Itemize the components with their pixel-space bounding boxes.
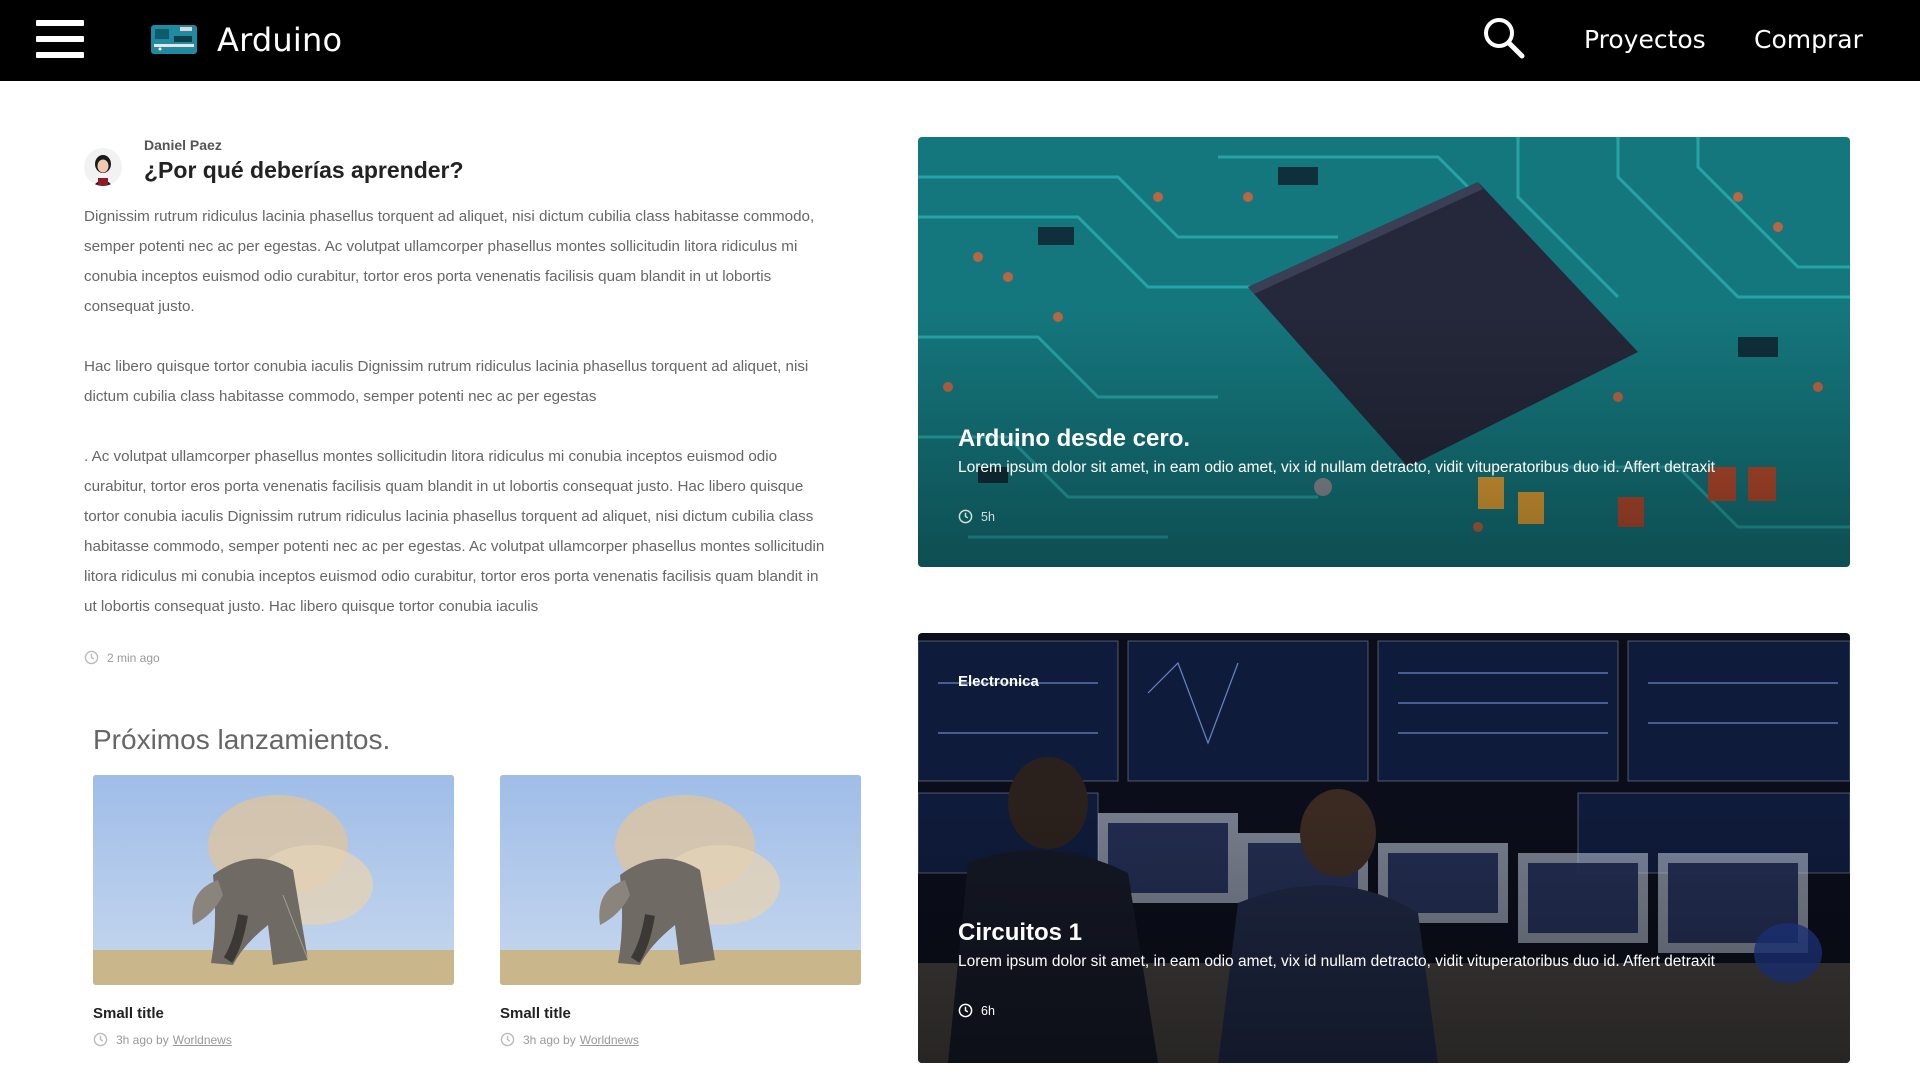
featured-card-arduino[interactable]: Arduino desde cero. Lorem ipsum dolor si… xyxy=(918,137,1850,567)
featured-time: 5h xyxy=(958,509,995,524)
card-source-link[interactable]: Worldnews xyxy=(580,1033,639,1047)
upcoming-card[interactable]: Small title 3h ago by Worldnews xyxy=(93,775,454,1047)
card-meta-prefix: 3h ago by xyxy=(116,1032,169,1047)
author-name[interactable]: Daniel Paez xyxy=(144,137,222,153)
article-timestamp: 2 min ago xyxy=(84,650,160,665)
top-navigation-bar: Arduino Proyectos Comprar xyxy=(0,0,1920,81)
article-paragraph: Dignissim rutrum ridiculus lacinia phase… xyxy=(84,208,815,315)
arduino-board-logo xyxy=(151,25,197,54)
clock-icon xyxy=(958,509,973,524)
card-meta-prefix: 3h ago by xyxy=(523,1032,576,1047)
featured-description: Lorem ipsum dolor sit amet, in eam odio … xyxy=(958,459,1715,476)
menu-icon[interactable] xyxy=(36,20,84,58)
card-meta: 3h ago by Worldnews xyxy=(93,1032,454,1047)
article-paragraph: . Ac volutpat ullamcorper phasellus mont… xyxy=(84,448,825,615)
featured-title[interactable]: Circuitos 1 xyxy=(958,919,1082,947)
nav-link-proyectos[interactable]: Proyectos xyxy=(1584,24,1706,56)
clock-icon xyxy=(500,1032,515,1047)
clock-icon xyxy=(93,1032,108,1047)
featured-category[interactable]: Electronica xyxy=(958,673,1039,690)
featured-time-text: 6h xyxy=(981,1003,995,1018)
upcoming-card[interactable]: Small title 3h ago by Worldnews xyxy=(500,775,861,1047)
clock-icon xyxy=(84,650,99,665)
nav-link-comprar[interactable]: Comprar xyxy=(1754,24,1863,56)
section-title-upcoming: Próximos lanzamientos. xyxy=(93,724,391,755)
featured-time: 6h xyxy=(958,1003,995,1018)
search-icon[interactable] xyxy=(1482,16,1526,60)
author-avatar xyxy=(84,148,122,186)
featured-title[interactable]: Arduino desde cero. xyxy=(958,425,1190,453)
clock-icon xyxy=(958,1003,973,1018)
elephant-thumbnail[interactable] xyxy=(93,775,454,985)
article-paragraph: Hac libero quisque tortor conubia iaculi… xyxy=(84,358,809,405)
card-meta: 3h ago by Worldnews xyxy=(500,1032,861,1047)
card-source-link[interactable]: Worldnews xyxy=(173,1033,232,1047)
article-time-text: 2 min ago xyxy=(107,650,160,665)
article-body: Dignissim rutrum ridiculus lacinia phase… xyxy=(84,202,829,652)
card-title[interactable]: Small title xyxy=(93,1005,454,1022)
featured-time-text: 5h xyxy=(981,509,995,524)
card-title[interactable]: Small title xyxy=(500,1005,861,1022)
featured-description: Lorem ipsum dolor sit amet, in eam odio … xyxy=(958,953,1715,970)
article-title[interactable]: ¿Por qué deberías aprender? xyxy=(144,157,464,184)
brand-name[interactable]: Arduino xyxy=(217,20,342,60)
elephant-thumbnail[interactable] xyxy=(500,775,861,985)
featured-card-circuitos[interactable]: Electronica Circuitos 1 Lorem ipsum dolo… xyxy=(918,633,1850,1063)
